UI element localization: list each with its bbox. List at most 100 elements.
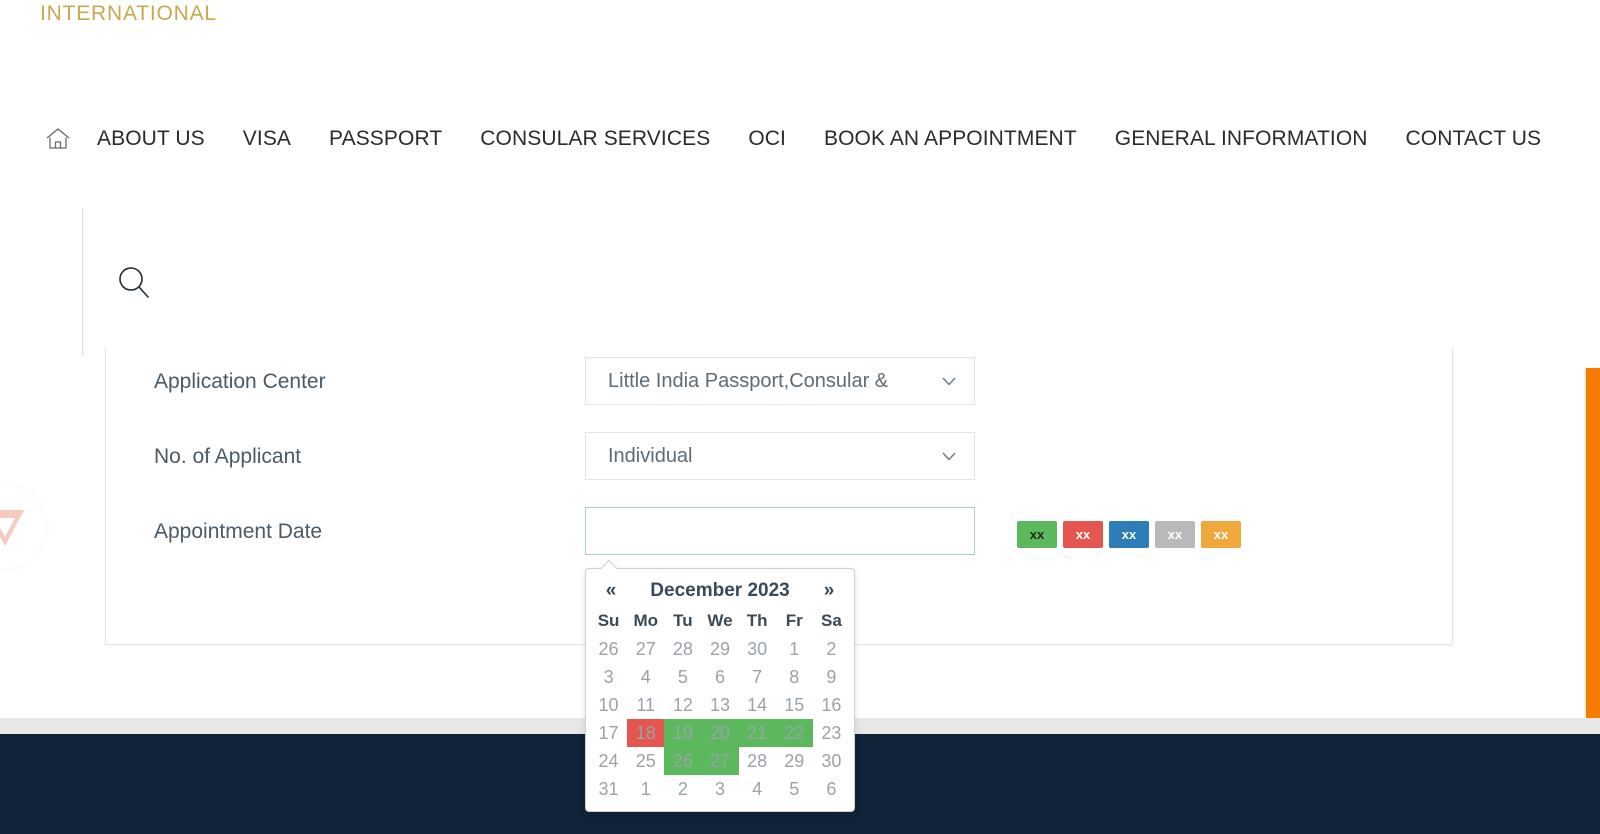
legend-swatch-label: xx [1121, 527, 1137, 542]
day-cell-disabled: 7 [752, 666, 763, 687]
label-application-center: Application Center [154, 370, 326, 393]
day-cell-disabled: 13 [709, 694, 730, 715]
chevron-down-icon [942, 377, 956, 386]
legend-swatch-label: xx [1029, 527, 1045, 542]
chevron-down-icon [942, 452, 956, 461]
day-cell-disabled: 1 [640, 778, 651, 799]
logo-text: INTERNATIONAL [40, 2, 217, 25]
day-cell-disabled: 5 [677, 666, 688, 687]
datepicker-week-row: 17 18 19 20 21 22 23 [590, 719, 850, 747]
site-logo[interactable]: INTERNATIONAL [40, 0, 340, 36]
day-cell-disabled: 29 [784, 750, 805, 771]
nav-item-about-us[interactable]: ABOUT US [78, 124, 224, 154]
datepicker-body: 26 27 28 29 30 1 2 3 4 5 6 7 8 9 10 11 12 13 14 15 16 17 18 19 2… [590, 635, 850, 803]
legend-swatch-green: xx [1017, 521, 1057, 548]
datepicker-week-row: 24 25 26 27 28 29 30 [590, 747, 850, 775]
day-cell[interactable]: 19 [664, 719, 702, 747]
legend-swatch-label: xx [1075, 527, 1091, 542]
day-cell-disabled: 6 [714, 666, 725, 687]
day-cell-disabled: 16 [821, 694, 842, 715]
weekday-we: We [707, 611, 733, 630]
datepicker-weekday-row: Su Mo Tu We Th Fr Sa [590, 607, 850, 635]
form-row-application-center: Application Center Little India Passport… [106, 357, 1452, 417]
home-icon[interactable] [38, 124, 78, 154]
datepicker-week-row: 3 4 5 6 7 8 9 [590, 663, 850, 691]
legend-swatch-label: xx [1213, 527, 1229, 542]
day-cell-disabled: 14 [747, 694, 768, 715]
vertical-divider [82, 208, 83, 356]
day-cell-disabled: 3 [714, 778, 725, 799]
day-cell-disabled: 30 [821, 750, 842, 771]
weekday-fr: Fr [785, 611, 803, 630]
day-cell[interactable]: 22 [775, 719, 813, 747]
form-row-no-of-applicant: No. of Applicant Individual [106, 432, 1452, 492]
day-cell-disabled: 3 [603, 666, 614, 687]
day-cell-disabled: 28 [747, 750, 768, 771]
label-no-of-applicant: No. of Applicant [154, 445, 302, 468]
day-cell[interactable]: 20 [701, 719, 739, 747]
availability-legend: xx xx xx xx xx [1017, 521, 1241, 548]
weekday-tu: Tu [673, 611, 693, 630]
day-cell-disabled: 17 [598, 722, 619, 743]
day-cell-disabled: 5 [789, 778, 800, 799]
day-cell-disabled: 12 [672, 694, 693, 715]
nav-item-passport[interactable]: PASSPORT [310, 124, 461, 154]
nav-item-book-an-appointment[interactable]: BOOK AN APPOINTMENT [805, 124, 1096, 154]
day-cell-disabled: 30 [747, 638, 768, 659]
day-cell-disabled: 6 [826, 778, 837, 799]
floating-badge-icon [0, 486, 46, 568]
legend-swatch-blue: xx [1109, 521, 1149, 548]
day-cell-disabled: 1 [789, 638, 800, 659]
datepicker-header: « December 2023 » [590, 575, 850, 607]
day-cell-disabled: 29 [709, 638, 730, 659]
no-of-applicant-select[interactable]: Individual [585, 432, 975, 480]
day-cell-disabled: 24 [598, 750, 619, 771]
next-month-button[interactable]: » [812, 580, 846, 602]
legend-swatch-grey: xx [1155, 521, 1195, 548]
day-cell-disabled: 15 [784, 694, 805, 715]
day-cell-disabled: 2 [677, 778, 688, 799]
day-cell[interactable]: 21 [738, 719, 776, 747]
day-cell-disabled: 25 [635, 750, 656, 771]
datepicker-caret-inner [600, 561, 618, 570]
day-cell[interactable]: 18 [627, 719, 665, 747]
application-center-value: Little India Passport,Consular & [608, 369, 889, 392]
prev-month-button[interactable]: « [594, 580, 628, 602]
weekday-th: Th [746, 611, 768, 630]
day-cell-disabled: 4 [640, 666, 651, 687]
legend-swatch-red: xx [1063, 521, 1103, 548]
day-cell-disabled: 10 [598, 694, 619, 715]
day-cell-disabled: 9 [826, 666, 837, 687]
day-cell-disabled: 27 [635, 638, 656, 659]
application-center-select[interactable]: Little India Passport,Consular & [585, 357, 975, 405]
nav-item-contact-us[interactable]: CONTACT US [1387, 124, 1561, 154]
appointment-date-input[interactable] [585, 507, 975, 555]
day-cell-disabled: 28 [672, 638, 693, 659]
day-cell[interactable]: 27 [701, 747, 739, 775]
no-of-applicant-value: Individual [608, 444, 693, 467]
datepicker-month-title[interactable]: December 2023 [628, 580, 812, 602]
form-row-appointment-date: Appointment Date [106, 507, 1452, 567]
day-cell-disabled: 11 [636, 694, 656, 715]
day-cell[interactable]: 26 [664, 747, 702, 775]
datepicker-popup: « December 2023 » Su Mo Tu We Th Fr Sa 2… [585, 560, 855, 812]
weekday-mo: Mo [633, 611, 658, 630]
day-cell-disabled: 8 [789, 666, 800, 687]
day-cell-disabled: 23 [821, 722, 842, 743]
datepicker-week-row: 31 1 2 3 4 5 6 [590, 775, 850, 803]
legend-swatch-label: xx [1167, 527, 1183, 542]
datepicker-grid: Su Mo Tu We Th Fr Sa 26 27 28 29 30 1 2 3 4 5 6 7 8 9… [590, 607, 850, 803]
nav-item-oci[interactable]: OCI [729, 124, 805, 154]
day-cell-disabled: 31 [598, 778, 619, 799]
search-icon[interactable] [114, 262, 154, 302]
datepicker-week-row: 26 27 28 29 30 1 2 [590, 635, 850, 663]
legend-swatch-orange: xx [1201, 521, 1241, 548]
main-navigation: ABOUT US VISA PASSPORT CONSULAR SERVICES… [0, 118, 1600, 160]
nav-item-general-information[interactable]: GENERAL INFORMATION [1096, 124, 1387, 154]
nav-item-visa[interactable]: VISA [224, 124, 310, 154]
weekday-sa: Sa [821, 611, 842, 630]
label-appointment-date: Appointment Date [154, 520, 323, 543]
day-cell-disabled: 4 [752, 778, 763, 799]
day-cell-disabled: 26 [598, 638, 619, 659]
nav-item-consular-services[interactable]: CONSULAR SERVICES [461, 124, 729, 154]
